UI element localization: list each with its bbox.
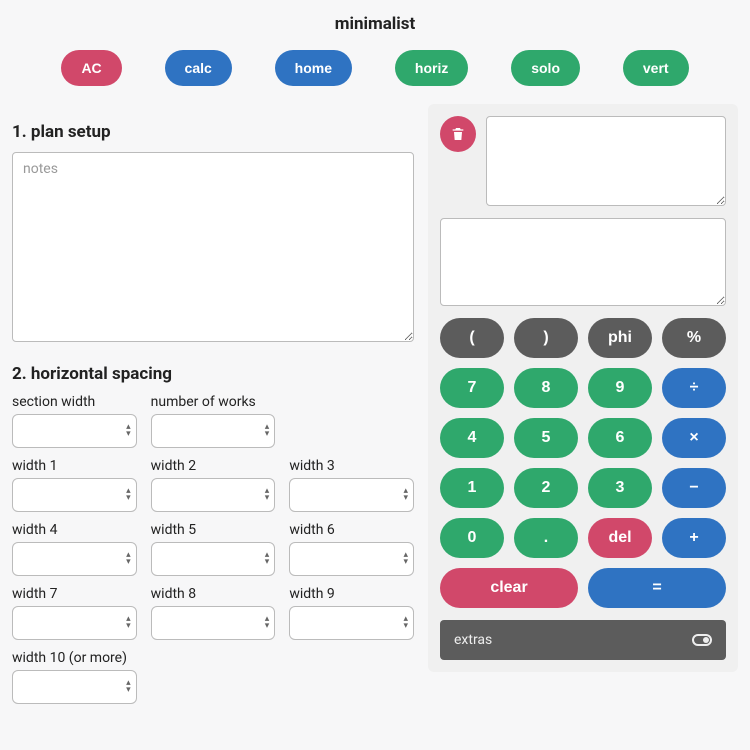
- width2-label: width 2: [151, 458, 276, 474]
- key-divide[interactable]: ÷: [662, 368, 726, 408]
- key-multiply[interactable]: ×: [662, 418, 726, 458]
- width3-input[interactable]: [289, 478, 414, 512]
- key-del[interactable]: del: [588, 518, 652, 558]
- key-5[interactable]: 5: [514, 418, 578, 458]
- width1-input[interactable]: [12, 478, 137, 512]
- key-equals[interactable]: =: [588, 568, 726, 608]
- clear-scratch-button[interactable]: [440, 116, 476, 152]
- key-1[interactable]: 1: [440, 468, 504, 508]
- section-width-input[interactable]: [12, 414, 137, 448]
- width1-label: width 1: [12, 458, 137, 474]
- horizontal-spacing-heading: 2. horizontal spacing: [12, 364, 414, 384]
- nav-horiz[interactable]: horiz: [395, 50, 468, 86]
- top-nav: AC calc home horiz solo vert: [0, 44, 750, 104]
- toggle-icon: [692, 634, 712, 646]
- key-close-paren[interactable]: ): [514, 318, 578, 358]
- width8-label: width 8: [151, 586, 276, 602]
- nav-vert[interactable]: vert: [623, 50, 689, 86]
- key-clear[interactable]: clear: [440, 568, 578, 608]
- width7-input[interactable]: [12, 606, 137, 640]
- width5-input[interactable]: [151, 542, 276, 576]
- notes-input[interactable]: [12, 152, 414, 342]
- key-dot[interactable]: .: [514, 518, 578, 558]
- key-subtract[interactable]: −: [662, 468, 726, 508]
- app-title: minimalist: [0, 14, 750, 34]
- scratch-area[interactable]: [486, 116, 726, 206]
- extras-toggle[interactable]: extras: [440, 620, 726, 660]
- width4-label: width 4: [12, 522, 137, 538]
- calc-display[interactable]: [440, 218, 726, 306]
- calculator-panel: ( ) phi % 7 8 9 ÷ 4 5 6 × 1 2 3 − 0 . de…: [428, 104, 738, 672]
- key-7[interactable]: 7: [440, 368, 504, 408]
- nav-home[interactable]: home: [275, 50, 352, 86]
- key-3[interactable]: 3: [588, 468, 652, 508]
- extras-label: extras: [454, 632, 492, 648]
- nav-solo[interactable]: solo: [511, 50, 580, 86]
- key-9[interactable]: 9: [588, 368, 652, 408]
- width5-label: width 5: [151, 522, 276, 538]
- plan-setup-heading: 1. plan setup: [12, 122, 414, 142]
- width9-label: width 9: [289, 586, 414, 602]
- width6-label: width 6: [289, 522, 414, 538]
- key-8[interactable]: 8: [514, 368, 578, 408]
- key-add[interactable]: +: [662, 518, 726, 558]
- section-width-label: section width: [12, 394, 137, 410]
- calc-keypad: ( ) phi % 7 8 9 ÷ 4 5 6 × 1 2 3 − 0 . de…: [440, 318, 726, 608]
- width4-input[interactable]: [12, 542, 137, 576]
- key-percent[interactable]: %: [662, 318, 726, 358]
- key-2[interactable]: 2: [514, 468, 578, 508]
- key-0[interactable]: 0: [440, 518, 504, 558]
- key-6[interactable]: 6: [588, 418, 652, 458]
- width9-input[interactable]: [289, 606, 414, 640]
- trash-icon: [450, 126, 466, 142]
- width10-input[interactable]: [12, 670, 137, 704]
- width10-label: width 10 (or more): [12, 650, 137, 666]
- width6-input[interactable]: [289, 542, 414, 576]
- number-of-works-input[interactable]: [151, 414, 276, 448]
- nav-ac[interactable]: AC: [61, 50, 121, 86]
- width3-label: width 3: [289, 458, 414, 474]
- width8-input[interactable]: [151, 606, 276, 640]
- width7-label: width 7: [12, 586, 137, 602]
- key-open-paren[interactable]: (: [440, 318, 504, 358]
- number-of-works-label: number of works: [151, 394, 276, 410]
- nav-calc[interactable]: calc: [165, 50, 232, 86]
- width2-input[interactable]: [151, 478, 276, 512]
- key-4[interactable]: 4: [440, 418, 504, 458]
- key-phi[interactable]: phi: [588, 318, 652, 358]
